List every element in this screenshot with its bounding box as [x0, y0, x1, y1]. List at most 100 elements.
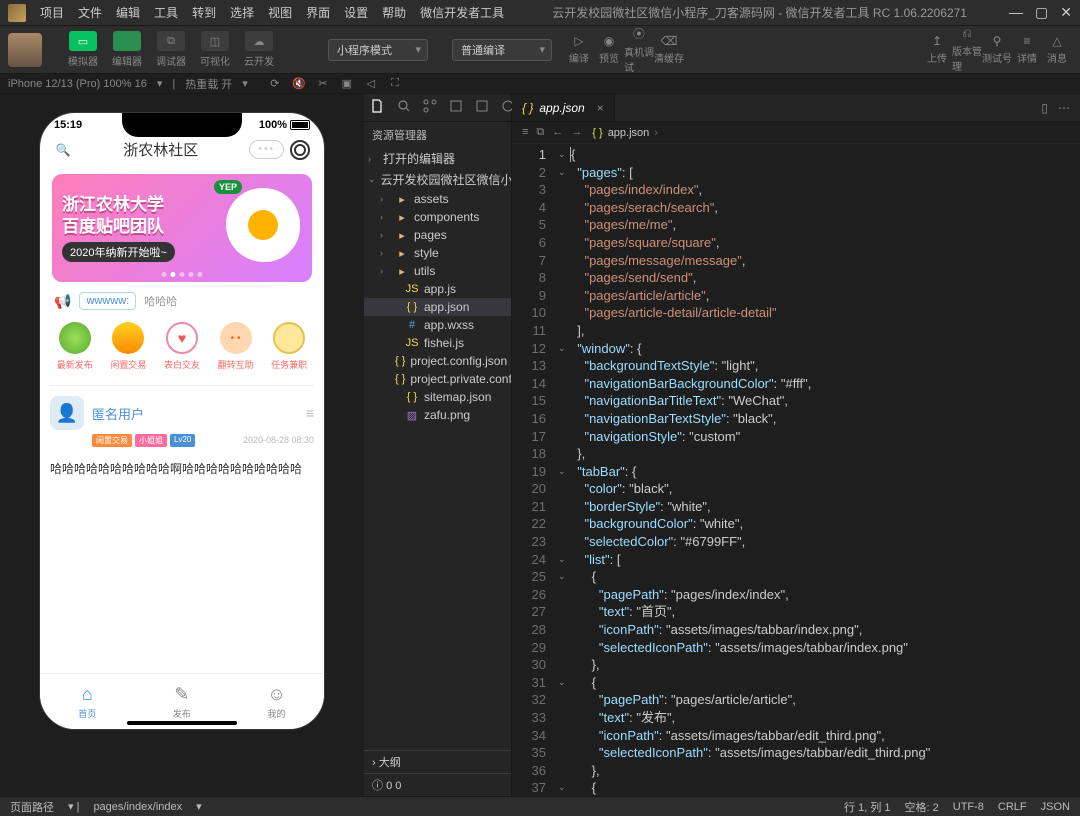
menu-item[interactable]: 帮助 — [376, 2, 412, 23]
tree-item[interactable]: ›▸utils — [364, 262, 511, 280]
search-icon[interactable]: 🔍 — [54, 141, 72, 159]
maximize-icon[interactable]: ▢ — [1035, 4, 1048, 21]
bc-back-icon[interactable]: ← — [552, 126, 563, 139]
files-tab-icon[interactable] — [370, 98, 386, 117]
tree-item[interactable]: ›▸assets — [364, 190, 511, 208]
menu-item[interactable]: 转到 — [186, 2, 222, 23]
expand-icon[interactable]: ⛶ — [388, 77, 402, 91]
menu-item[interactable]: 文件 — [72, 2, 108, 23]
ext2-icon[interactable] — [474, 98, 490, 117]
tree-item[interactable]: { }project.private.config.js... — [364, 370, 511, 388]
menu-item[interactable]: 工具 — [148, 2, 184, 23]
indent-label[interactable]: 空格: 2 — [905, 799, 939, 815]
toolbar-action[interactable]: ⦿真机调试 — [624, 38, 654, 62]
toolbar-button[interactable]: ⧉调试器 — [150, 29, 192, 70]
toolbar-button[interactable]: ▭模拟器 — [62, 29, 104, 70]
menu-item[interactable]: 选择 — [224, 2, 260, 23]
tree-item[interactable]: #app.wxss — [364, 316, 511, 334]
capsule-menu[interactable]: ••• — [249, 140, 284, 159]
tree-item[interactable]: ›▸components — [364, 208, 511, 226]
menu-item[interactable]: 编辑 — [110, 2, 146, 23]
tree-item[interactable]: ›打开的编辑器 — [364, 148, 511, 169]
cursor-position[interactable]: 行 1, 列 1 — [844, 799, 890, 815]
compile-select[interactable]: 普通编译 — [452, 39, 552, 61]
toolbar-action[interactable]: ⎌版本管理 — [952, 38, 982, 62]
grid-item[interactable]: 任务兼职 — [271, 322, 307, 371]
toolbar-button[interactable]: 编辑器 — [106, 29, 148, 70]
orientation-icon[interactable]: ⟳ — [268, 77, 282, 91]
menu-bar: 项目文件编辑工具转到选择视图界面设置帮助微信开发者工具 — [34, 2, 510, 23]
tree-item[interactable]: ▨zafu.png — [364, 406, 511, 424]
menu-item[interactable]: 设置 — [338, 2, 374, 23]
toolbar-action[interactable]: ▷编译 — [564, 38, 594, 62]
breadcrumb[interactable]: { } app.json › — [592, 127, 658, 139]
tab-item[interactable]: ⌂首页 — [78, 684, 96, 720]
battery-icon — [290, 120, 310, 130]
back-icon[interactable]: ◁ — [364, 77, 378, 91]
encoding-label[interactable]: UTF-8 — [953, 801, 984, 813]
more-icon[interactable]: ⋯ — [1058, 101, 1070, 115]
close-icon[interactable]: ✕ — [1060, 4, 1072, 21]
outline-header[interactable]: › 大纲 — [364, 750, 511, 773]
language-label[interactable]: JSON — [1041, 801, 1070, 813]
mode-select[interactable]: 小程序模式 — [328, 39, 428, 61]
ext1-icon[interactable] — [448, 98, 464, 117]
minimize-icon[interactable]: ― — [1009, 4, 1023, 21]
search-tab-icon[interactable] — [396, 98, 412, 117]
tree-item[interactable]: ›▸pages — [364, 226, 511, 244]
hot-reload-label[interactable]: 热重载 开 — [185, 76, 232, 92]
tree-item[interactable]: ›▸style — [364, 244, 511, 262]
menu-item[interactable]: 视图 — [262, 2, 298, 23]
bc-fwd-icon[interactable]: → — [571, 126, 582, 139]
menu-item[interactable]: 项目 — [34, 2, 70, 23]
explorer-header: 资源管理器 — [364, 122, 511, 148]
menu-item[interactable]: 界面 — [300, 2, 336, 23]
eol-label[interactable]: CRLF — [998, 801, 1027, 813]
banner[interactable]: 浙江农林大学百度贴吧团队 2020年纳新开始啦~ YEP — [52, 174, 312, 282]
post-card[interactable]: 👤 匿名用户 ≡ 闲置交易小姐姐Lv20 2020-08-28 08:30 哈哈… — [50, 385, 314, 479]
grid-item[interactable]: 表白交友 — [164, 322, 200, 371]
toolbar-button[interactable]: ◫可视化 — [194, 29, 236, 70]
bc-icon[interactable]: ≡ — [522, 126, 528, 139]
tree-item[interactable]: { }project.config.json — [364, 352, 511, 370]
notice-link[interactable]: wwwww: — [79, 292, 136, 310]
banner-subtitle: 2020年纳新开始啦~ — [62, 242, 175, 262]
toolbar-action[interactable]: ⌫清缓存 — [654, 38, 684, 62]
toolbar-action[interactable]: ⚲测试号 — [982, 38, 1012, 62]
tree-item[interactable]: ⌄云开发校园微社区微信小程序源码 — [364, 169, 511, 190]
post-tag: 闲置交易 — [92, 434, 132, 447]
toolbar-action[interactable]: ↥上传 — [922, 38, 952, 62]
post-menu-icon[interactable]: ≡ — [306, 405, 314, 421]
tree-item[interactable]: { }sitemap.json — [364, 388, 511, 406]
bookmark-icon[interactable]: ⧉ — [536, 126, 544, 139]
split-icon[interactable]: ▯ — [1041, 101, 1048, 115]
status-path-value[interactable]: pages/index/index — [93, 801, 182, 813]
problems-counter[interactable]: ⓘ 0 0 — [364, 773, 511, 796]
user-avatar[interactable] — [8, 33, 42, 67]
branch-tab-icon[interactable] — [422, 98, 438, 117]
grid-item[interactable]: 最新发布 — [57, 322, 93, 371]
tab-item[interactable]: ☺我的 — [267, 684, 285, 720]
toolbar-action[interactable]: △消息 — [1042, 38, 1072, 62]
cut-icon[interactable]: ✂ — [316, 77, 330, 91]
chevron-down-icon[interactable]: ▾ — [157, 77, 163, 90]
banner-line1: 浙江农林大学 — [62, 195, 164, 214]
file-tree: ›打开的编辑器⌄云开发校园微社区微信小程序源码›▸assets›▸compone… — [364, 148, 511, 750]
tree-item[interactable]: { }app.json — [364, 298, 511, 316]
menu-item[interactable]: 微信开发者工具 — [414, 2, 510, 23]
code-editor[interactable]: 1234567891011121314151617181920212223242… — [512, 144, 1080, 796]
toolbar-action[interactable]: ≡详情 — [1012, 38, 1042, 62]
toolbar-button[interactable]: ☁云开发 — [238, 29, 280, 70]
tree-item[interactable]: JSfishei.js — [364, 334, 511, 352]
device-label[interactable]: iPhone 12/13 (Pro) 100% 16 — [8, 78, 147, 90]
toolbar-action[interactable]: ◉预览 — [594, 38, 624, 62]
capsule-close[interactable] — [290, 140, 310, 160]
grid-item[interactable]: 闲置交易 — [110, 322, 146, 371]
tab-close-icon[interactable]: × — [597, 101, 604, 115]
screenshot-icon[interactable]: ▣ — [340, 77, 354, 91]
editor-tab[interactable]: { } app.json × — [512, 94, 615, 121]
grid-item[interactable]: 翻转互助 — [218, 322, 254, 371]
tab-item[interactable]: ✎发布 — [173, 684, 191, 720]
mute-icon[interactable]: 🔇 — [292, 77, 306, 91]
tree-item[interactable]: JSapp.js — [364, 280, 511, 298]
